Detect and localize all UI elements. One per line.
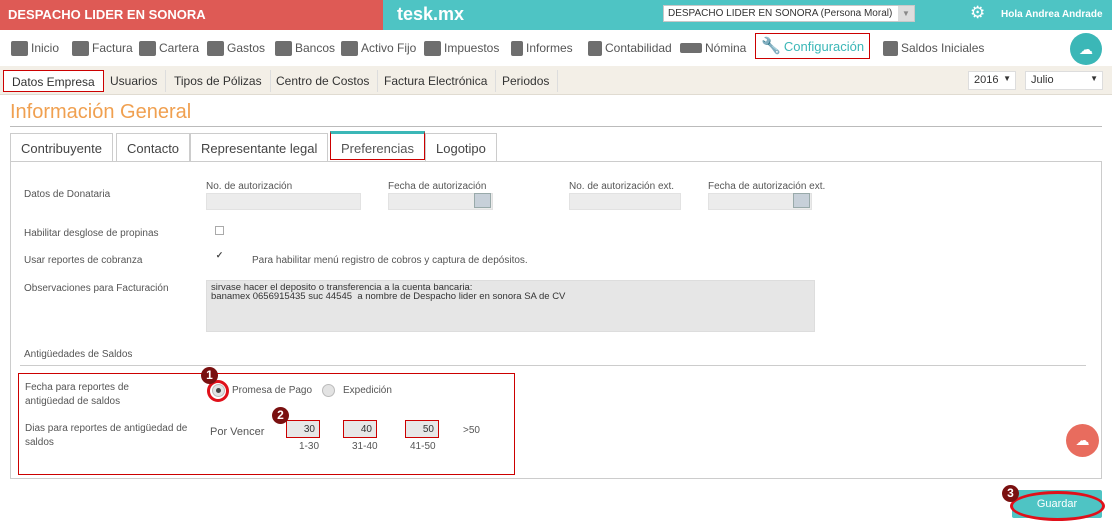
chevron-down-icon: ▼ [1090,74,1098,83]
section-divider [20,365,1086,366]
subnav-periodos[interactable]: Periodos [494,70,559,92]
id-card-icon [680,43,702,53]
gear-doc-icon [883,40,898,56]
antiguedades-section-title: Antigüedades de Saldos [24,349,133,360]
house-icon [341,40,358,56]
no-autorizacion-label: No. de autorización [206,181,293,192]
tag-icon [72,40,89,56]
menu-item-contabilidad[interactable]: Contabilidad [588,37,672,59]
bank-icon [275,40,292,56]
menu-item-configuracion[interactable]: 🔧 Configuración [755,33,871,59]
fecha-autorizacion-label: Fecha de autorización [388,181,487,192]
company-select[interactable]: DESPACHO LIDER EN SONORA (Persona Moral)… [663,5,915,22]
menu-item-gastos[interactable]: Gastos [207,37,265,59]
cobranza-note: Para habilitar menú registro de cobros y… [252,255,528,266]
app-header: tesk.mx DESPACHO LIDER EN SONORA (Person… [383,0,1112,30]
subnav-centro-costos[interactable]: Centro de Costos [268,70,379,92]
cobranza-label: Usar reportes de cobranza [24,255,143,266]
menu-item-informes[interactable]: Informes [511,37,573,59]
tab-representante-legal[interactable]: Representante legal [190,133,329,162]
tab-preferencias[interactable]: Preferencias [330,131,425,160]
no-autorizacion-ext-label: No. de autorización ext. [569,181,675,192]
cloud-sync-button[interactable]: ☁ [1070,33,1102,65]
chevron-down-icon: ▼ [898,6,914,21]
main-menu: Inicio Factura Cartera Gastos Bancos Act… [0,30,1112,65]
gear-icon[interactable]: ⚙ [970,3,985,23]
tab-contacto[interactable]: Contacto [116,133,191,162]
menu-item-cartera[interactable]: Cartera [139,37,199,59]
range-label-2: 31-40 [352,441,378,452]
cobranza-checkbox[interactable]: ✓ [215,251,224,261]
propinas-label: Habilitar desglose de propinas [24,228,159,239]
menu-item-saldos-iniciales[interactable]: Saldos Iniciales [883,37,984,59]
year-select[interactable]: 2016 ▼ [968,71,1016,90]
cloud-icon [11,40,28,56]
menu-item-nomina[interactable]: Nómina [680,37,746,59]
menu-item-bancos[interactable]: Bancos [275,37,335,59]
user-greeting[interactable]: Hola Andrea Andrade [1001,9,1103,20]
wallet-icon [139,40,156,56]
subnav-usuarios[interactable]: Usuarios [102,70,167,92]
wrench-icon: 🔧 [761,38,781,55]
menu-item-impuestos[interactable]: Impuestos [424,37,499,59]
cloud-icon: ☁ [1079,41,1093,57]
dias-reportes-label: Dias para reportes de antigüedad de sald… [25,423,188,448]
range-label-1: 1-30 [299,441,320,452]
no-autorizacion-input[interactable] [206,193,361,210]
observaciones-label: Observaciones para Facturación [24,283,169,294]
chevron-down-icon: ▼ [1003,74,1011,83]
dias-input-2[interactable]: 40 [343,420,377,438]
tab-logotipo[interactable]: Logotipo [425,133,497,162]
highlight-ring [1010,491,1105,521]
briefcase-icon [424,40,441,56]
radio-expedicion[interactable] [322,384,335,397]
page-title: Información General [10,101,192,123]
range-label-3: 41-50 [410,441,436,452]
observaciones-textarea[interactable]: sirvase hacer el deposito o transferenci… [206,280,815,332]
step-badge-1: 1 [201,367,218,384]
menu-item-factura[interactable]: Factura [72,37,133,59]
title-divider [10,126,1102,127]
calendar-icon[interactable] [474,193,491,208]
month-select[interactable]: Julio ▼ [1025,71,1103,90]
company-select-value: DESPACHO LIDER EN SONORA (Persona Moral) [668,8,893,19]
radio-promesa-label: Promesa de Pago [232,385,313,396]
menu-item-inicio[interactable]: Inicio [11,37,59,59]
radio-promesa-de-pago[interactable] [212,384,225,397]
cart-icon [207,40,224,56]
radio-expedicion-label: Expedición [343,385,392,396]
donataria-label: Datos de Donataria [24,189,111,200]
por-vencer-label: Por Vencer [210,426,265,438]
cloud-help-button[interactable]: ☁ [1066,424,1099,457]
subnav-factura-electronica[interactable]: Factura Electrónica [376,70,497,92]
over-range-label: >50 [463,425,480,436]
step-badge-2: 2 [272,407,289,424]
cloud-icon: ☁ [1075,432,1090,448]
no-autorizacion-ext-input[interactable] [569,193,681,210]
subnav-datos-empresa[interactable]: Datos Empresa [3,70,104,92]
document-icon [511,40,523,56]
subnav-tipos-polizas[interactable]: Tipos de Pólizas [166,70,271,92]
propinas-checkbox[interactable] [215,226,224,235]
tab-contribuyente[interactable]: Contribuyente [10,133,113,162]
top-bar: DESPACHO LIDER EN SONORA tesk.mx DESPACH… [0,0,1112,30]
app-title: tesk.mx [397,4,465,24]
menu-item-activo-fijo[interactable]: Activo Fijo [341,37,416,59]
dias-input-3[interactable]: 50 [405,420,439,438]
calculator-icon [588,40,602,56]
fecha-reportes-label: Fecha para reportes de antigüedad de sal… [25,382,129,407]
sub-navigation: Datos Empresa Usuarios Tipos de Pólizas … [0,66,1112,95]
calendar-icon[interactable] [793,193,810,208]
dias-input-1[interactable]: 30 [286,420,320,438]
fecha-autorizacion-ext-label: Fecha de autorización ext. [708,181,826,192]
company-name: DESPACHO LIDER EN SONORA [0,0,383,30]
step-badge-3: 3 [1002,485,1019,502]
